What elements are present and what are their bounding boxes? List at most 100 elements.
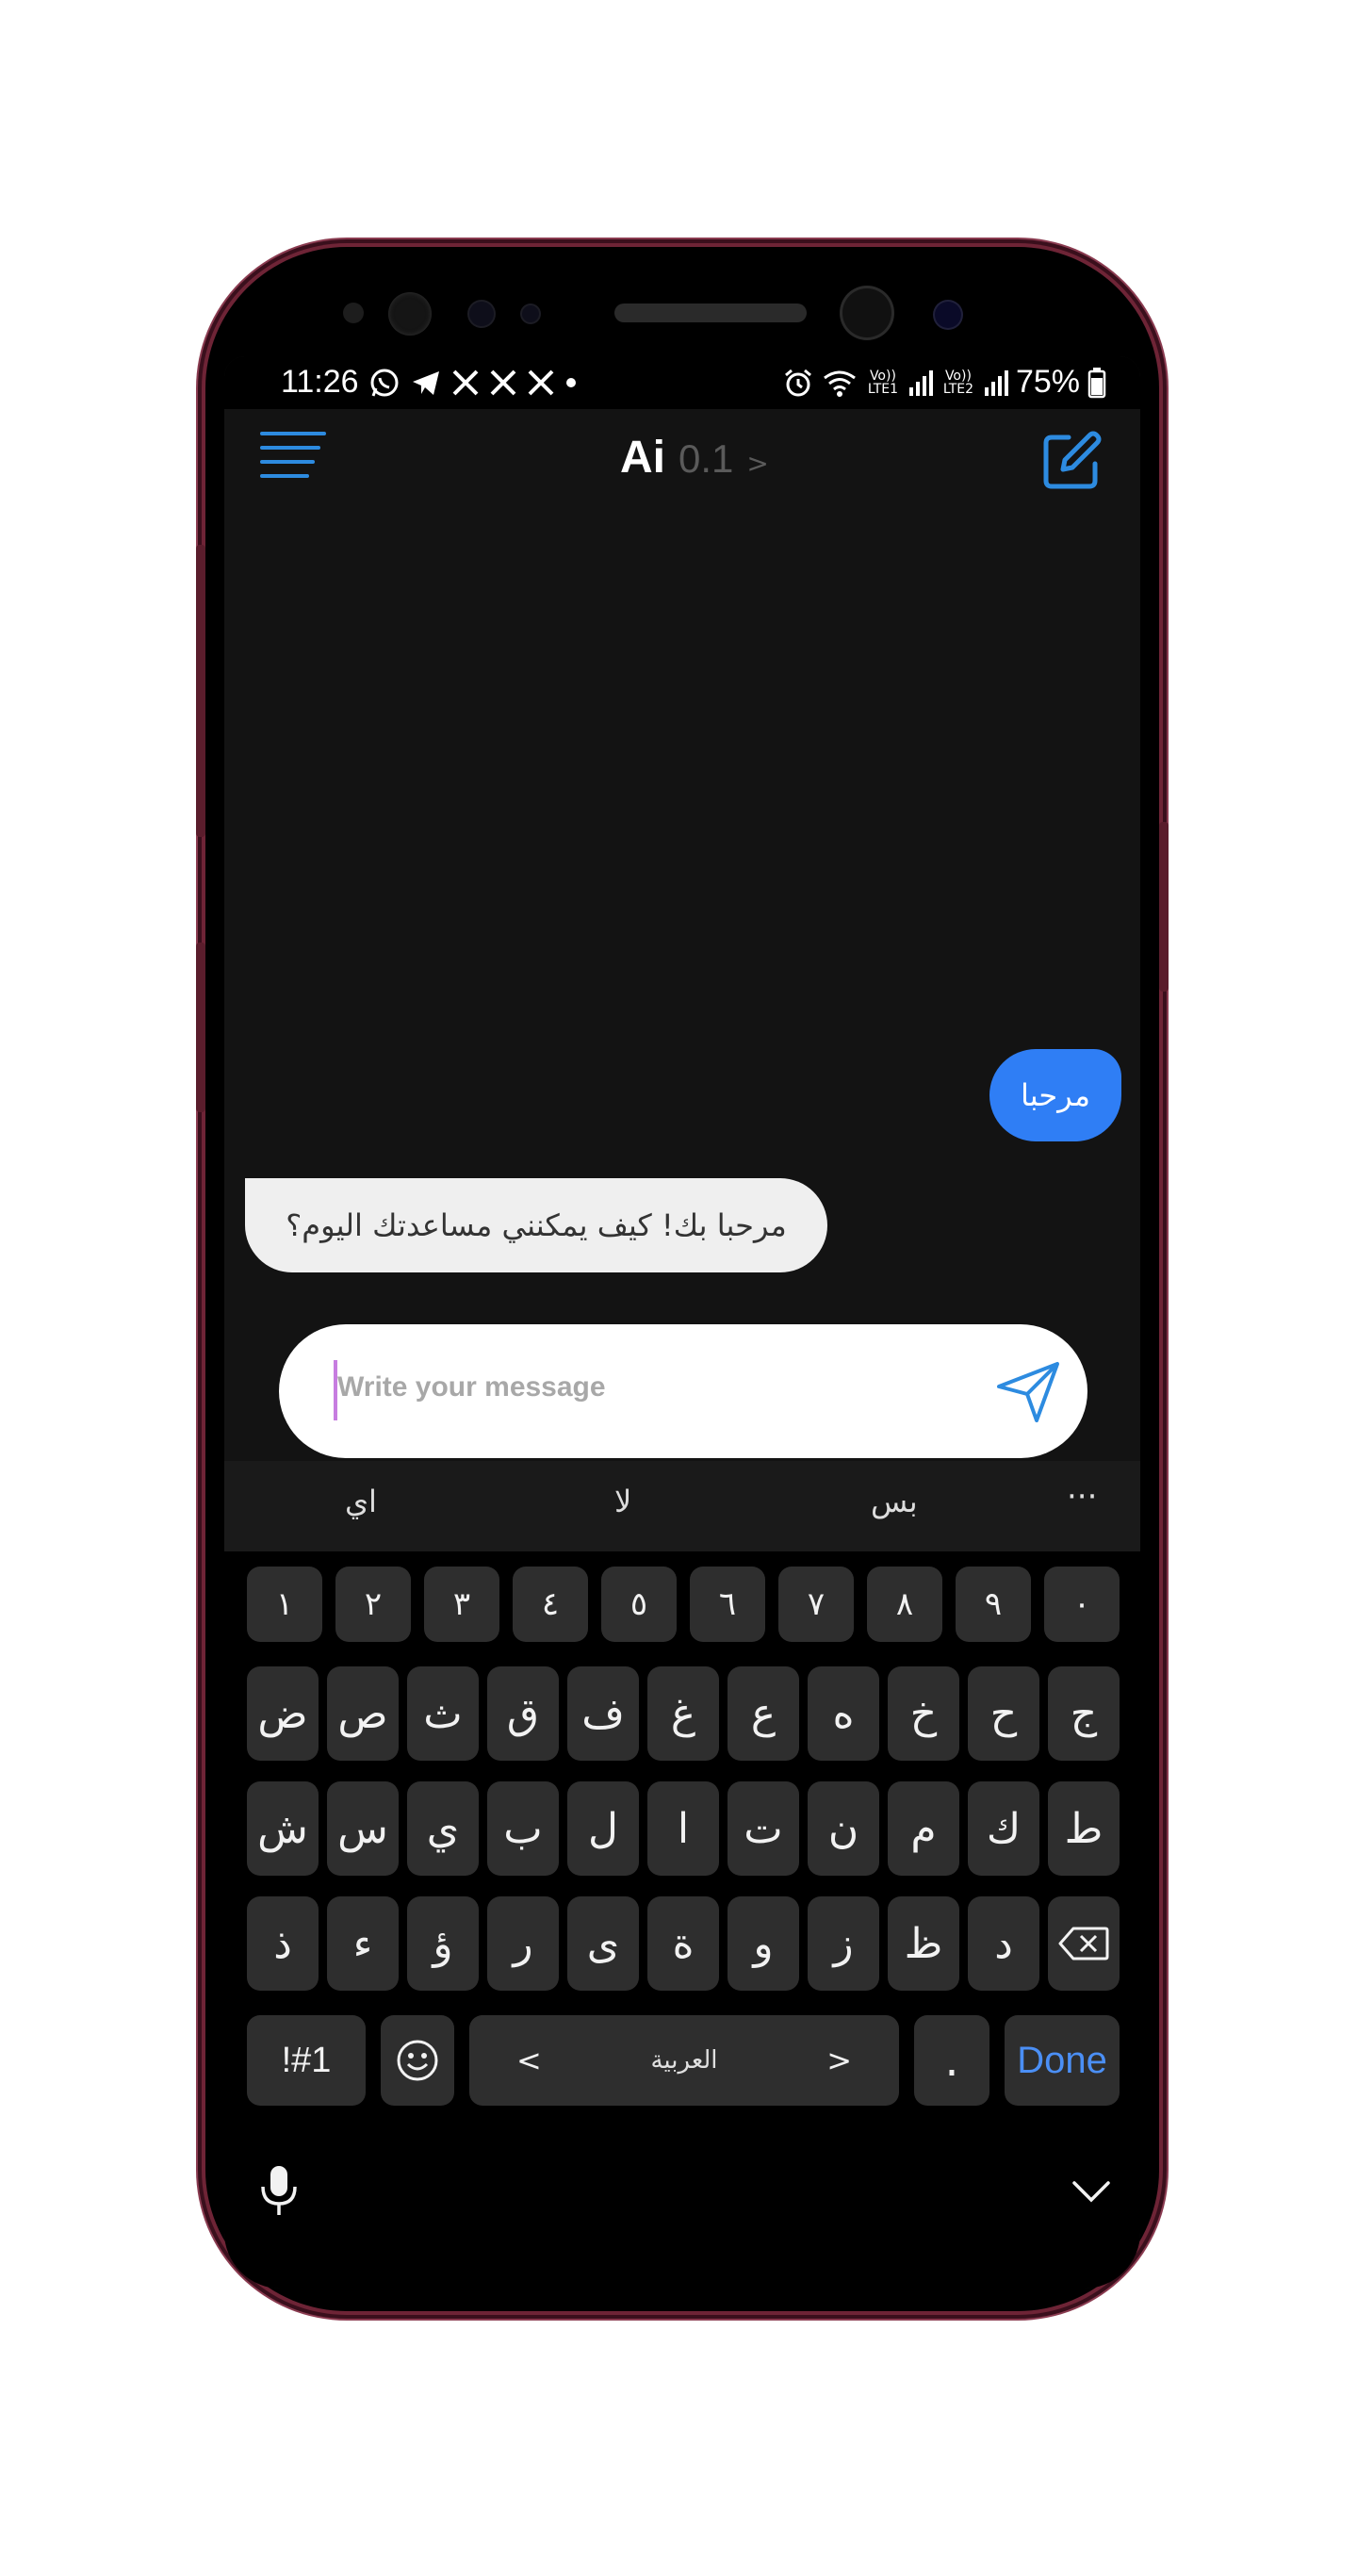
key-letter[interactable]: ف [567, 1666, 639, 1761]
status-bar: 11:26 Vo)) LTE1 Vo)) LTE2 75% [224, 356, 1140, 409]
key-num[interactable]: ٨ [867, 1567, 942, 1642]
key-letter[interactable]: ز [808, 1896, 879, 1991]
volume-up-button [196, 545, 205, 837]
key-letter[interactable]: ك [968, 1781, 1039, 1876]
key-letter[interactable]: س [327, 1781, 399, 1876]
key-letter[interactable]: م [888, 1781, 959, 1876]
front-camera [842, 288, 891, 337]
telegram-icon [412, 370, 439, 395]
mic-icon[interactable] [258, 2164, 300, 2217]
key-letter[interactable]: و [728, 1896, 799, 1991]
key-letter[interactable]: غ [647, 1666, 719, 1761]
sensor-dot [522, 305, 539, 322]
space-left-arrow: < [516, 2043, 542, 2078]
key-num[interactable]: ٣ [424, 1567, 499, 1642]
x-icon [528, 369, 553, 395]
key-num[interactable]: ٩ [956, 1567, 1031, 1642]
battery-percent: 75% [1015, 364, 1080, 400]
status-time: 11:26 [281, 364, 359, 400]
period-key[interactable]: . [914, 2015, 989, 2106]
key-num[interactable]: ٥ [601, 1567, 677, 1642]
status-right: Vo)) LTE1 Vo)) LTE2 75% [782, 364, 1106, 401]
key-letter[interactable]: ت [728, 1781, 799, 1876]
key-letter[interactable]: ع [728, 1666, 799, 1761]
key-num[interactable]: ٠ [1044, 1567, 1120, 1642]
menu-icon[interactable] [260, 432, 326, 483]
suggestion-3[interactable]: بس [871, 1484, 918, 1519]
key-letter[interactable]: ح [968, 1666, 1039, 1761]
sensor-dot [343, 303, 364, 323]
space-language-label: العربية [650, 2046, 718, 2075]
key-letter[interactable]: ج [1048, 1666, 1120, 1761]
key-letter[interactable]: ر [487, 1896, 559, 1991]
suggestion-bar: اي لا بس ··· [224, 1461, 1140, 1551]
done-key[interactable]: Done [1005, 2015, 1120, 2106]
space-key[interactable]: < العربية > [469, 2015, 899, 2106]
sensor-dot [935, 302, 961, 328]
key-letter[interactable]: ل [567, 1781, 639, 1876]
version-chevron: > [746, 448, 769, 479]
app-header: Ai 0.1 > [224, 409, 1140, 509]
power-button [1159, 822, 1169, 992]
send-icon[interactable] [995, 1358, 1061, 1424]
signal-icon [908, 369, 933, 396]
key-letter[interactable]: ء [327, 1896, 399, 1991]
edit-icon[interactable] [1038, 428, 1104, 494]
key-letter[interactable]: ب [487, 1781, 559, 1876]
signal-icon [984, 369, 1008, 396]
message-input[interactable]: Write your message [279, 1324, 1087, 1458]
status-left: 11:26 [281, 364, 578, 401]
key-letter[interactable]: ي [407, 1781, 479, 1876]
dot-icon [565, 377, 576, 387]
more-suggestions-button[interactable]: ··· [1067, 1478, 1097, 1516]
backspace-icon [1058, 1927, 1109, 1961]
backspace-key[interactable] [1048, 1896, 1120, 1991]
key-letter[interactable]: ط [1048, 1781, 1120, 1876]
whatsapp-icon [370, 369, 399, 397]
assistant-message-bubble: مرحبا بك! كيف يمكنني مساعدتك اليوم؟ [245, 1178, 827, 1272]
key-letter[interactable]: ة [647, 1896, 719, 1991]
keyboard: اي لا بس ··· ١ ٢ ٣ ٤ ٥ ٦ ٧ ٨ ٩ ٠ ض ص ث ق… [224, 1461, 1140, 2289]
app-title[interactable]: Ai 0.1 > [620, 432, 769, 484]
app-title-text: Ai [620, 433, 665, 483]
user-message-bubble: مرحبا [989, 1049, 1121, 1141]
key-letter[interactable]: ه [808, 1666, 879, 1761]
alarm-icon [784, 369, 811, 396]
key-letter[interactable]: ق [487, 1666, 559, 1761]
key-letter[interactable]: ش [247, 1781, 319, 1876]
key-num[interactable]: ١ [247, 1567, 322, 1642]
suggestion-2[interactable]: لا [614, 1484, 631, 1519]
x-icon [452, 369, 478, 395]
key-letter[interactable]: ص [327, 1666, 399, 1761]
key-num[interactable]: ٧ [778, 1567, 854, 1642]
volte-lte2-icon: Vo)) LTE2 [942, 368, 974, 397]
iris-scanner [388, 292, 432, 336]
key-letter[interactable]: ذ [247, 1896, 319, 1991]
key-letter[interactable]: ى [567, 1896, 639, 1991]
emoji-icon [397, 2040, 438, 2081]
emoji-key[interactable] [381, 2015, 454, 2106]
earpiece-speaker [614, 304, 807, 322]
suggestion-1[interactable]: اي [345, 1484, 377, 1519]
key-letter[interactable]: ؤ [407, 1896, 479, 1991]
volume-down-button [196, 943, 205, 1112]
chevron-down-icon[interactable] [1071, 2177, 1112, 2206]
space-right-arrow: > [826, 2043, 852, 2078]
key-letter[interactable]: ن [808, 1781, 879, 1876]
key-letter[interactable]: ث [407, 1666, 479, 1761]
key-num[interactable]: ٦ [690, 1567, 765, 1642]
sensor-dot [469, 302, 494, 326]
key-num[interactable]: ٢ [335, 1567, 411, 1642]
app-screen: 11:26 Vo)) LTE1 Vo)) LTE2 75% Ai 0.1 > م… [224, 356, 1140, 2289]
app-version: 0.1 [678, 436, 734, 481]
key-num[interactable]: ٤ [513, 1567, 588, 1642]
key-letter[interactable]: د [968, 1896, 1039, 1991]
key-letter[interactable]: ض [247, 1666, 319, 1761]
volte-lte1-icon: Vo)) LTE1 [867, 368, 899, 397]
symbols-key[interactable]: !#1 [247, 2015, 366, 2106]
battery-icon [1087, 367, 1106, 398]
key-letter[interactable]: ا [647, 1781, 719, 1876]
key-letter[interactable]: ظ [888, 1896, 959, 1991]
x-icon [490, 369, 515, 395]
key-letter[interactable]: خ [888, 1666, 959, 1761]
